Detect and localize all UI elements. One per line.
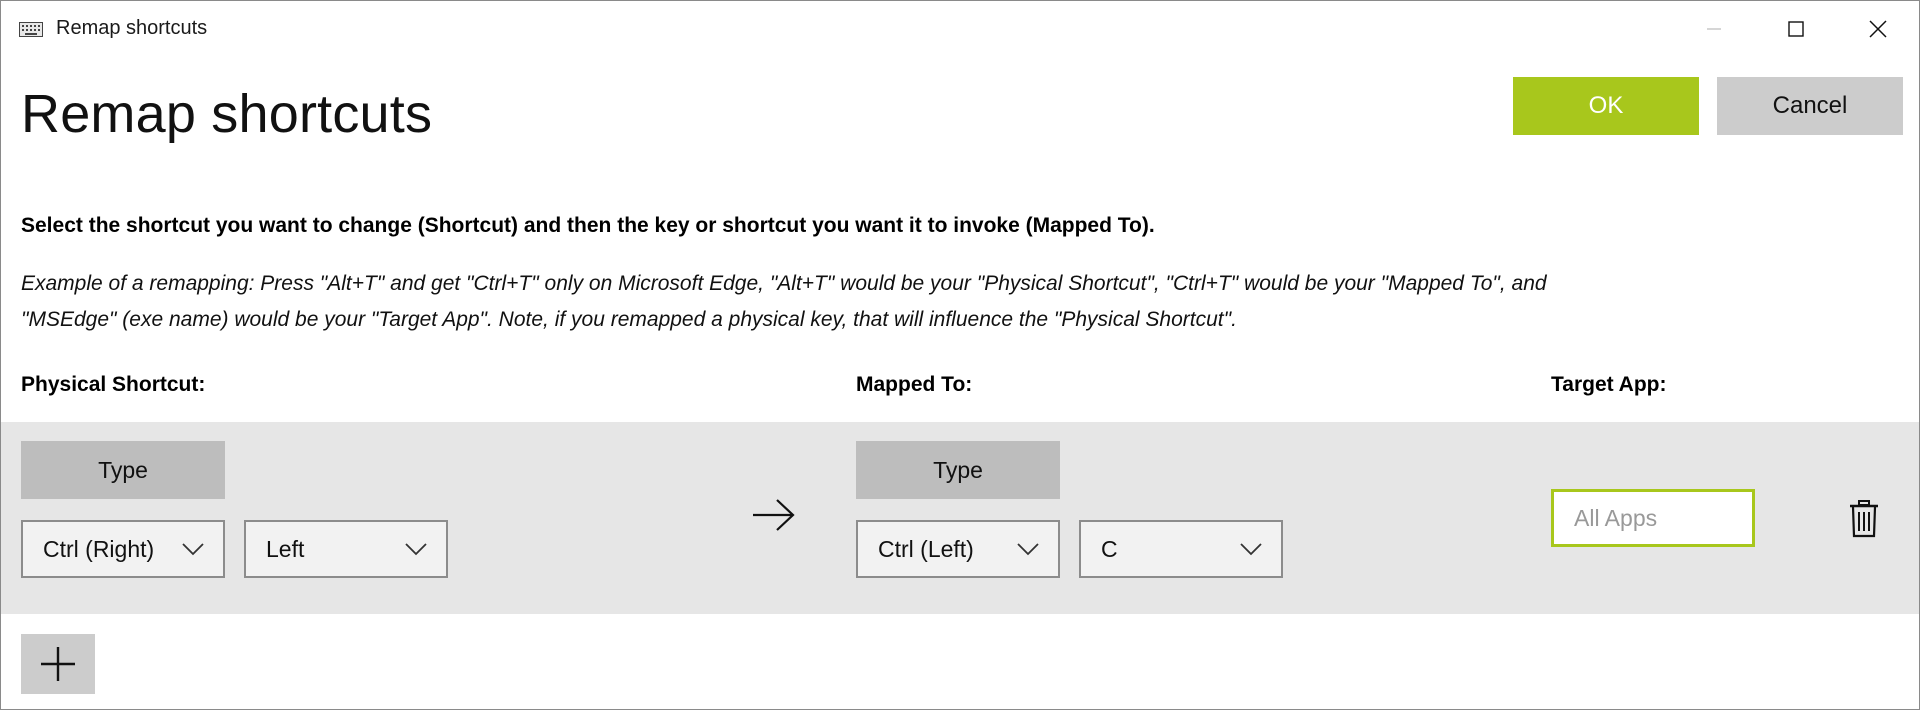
keyboard-icon — [19, 22, 43, 37]
mapped-modifier-dropdown[interactable]: Ctrl (Left) — [856, 520, 1060, 578]
plus-icon — [41, 647, 75, 681]
close-button[interactable] — [1837, 1, 1919, 57]
cancel-button[interactable]: Cancel — [1717, 77, 1903, 135]
window-title: Remap shortcuts — [56, 17, 208, 39]
dropdown-value: Ctrl (Right) — [43, 535, 155, 562]
physical-modifier-dropdown[interactable]: Ctrl (Right) — [21, 520, 225, 578]
mapped-to-header: Mapped To: — [856, 373, 973, 396]
maximize-icon — [1788, 21, 1804, 37]
mapped-type-button[interactable]: Type — [856, 441, 1060, 499]
physical-shortcut-header: Physical Shortcut: — [21, 373, 206, 396]
chevron-down-icon — [1240, 543, 1262, 556]
dropdown-value: Left — [266, 535, 305, 562]
remap-row: Type Ctrl (Right) Left Type Ctrl (Left) — [1, 422, 1919, 614]
physical-key-dropdown[interactable]: Left — [244, 520, 448, 578]
remap-shortcuts-window: Remap shortcuts Remap shortcuts OK Cance… — [0, 0, 1920, 710]
instruction-text: Select the shortcut you want to change (… — [21, 214, 1155, 237]
dropdown-value: C — [1101, 535, 1118, 562]
arrow-right-icon — [753, 499, 795, 531]
dropdown-value: Ctrl (Left) — [878, 535, 974, 562]
close-icon — [1869, 20, 1887, 38]
add-shortcut-button[interactable] — [21, 634, 95, 694]
example-line-2: "MSEdge" (exe name) would be your "Targe… — [21, 308, 1237, 331]
trash-icon[interactable] — [1849, 500, 1879, 538]
physical-type-button[interactable]: Type — [21, 441, 225, 499]
page-title: Remap shortcuts — [21, 84, 433, 144]
chevron-down-icon — [1017, 543, 1039, 556]
ok-button[interactable]: OK — [1513, 77, 1699, 135]
title-bar: Remap shortcuts — [1, 1, 1919, 57]
minimize-button[interactable] — [1673, 1, 1755, 57]
minimize-icon — [1707, 28, 1721, 30]
target-app-placeholder: All Apps — [1574, 504, 1658, 531]
example-line-1: Example of a remapping: Press "Alt+T" an… — [21, 272, 1547, 295]
target-app-input[interactable]: All Apps — [1551, 489, 1755, 547]
example-text: Example of a remapping: Press "Alt+T" an… — [21, 266, 1901, 338]
chevron-down-icon — [182, 543, 204, 556]
mapped-key-dropdown[interactable]: C — [1079, 520, 1283, 578]
maximize-button[interactable] — [1755, 1, 1837, 57]
chevron-down-icon — [405, 543, 427, 556]
target-app-header: Target App: — [1551, 373, 1667, 396]
